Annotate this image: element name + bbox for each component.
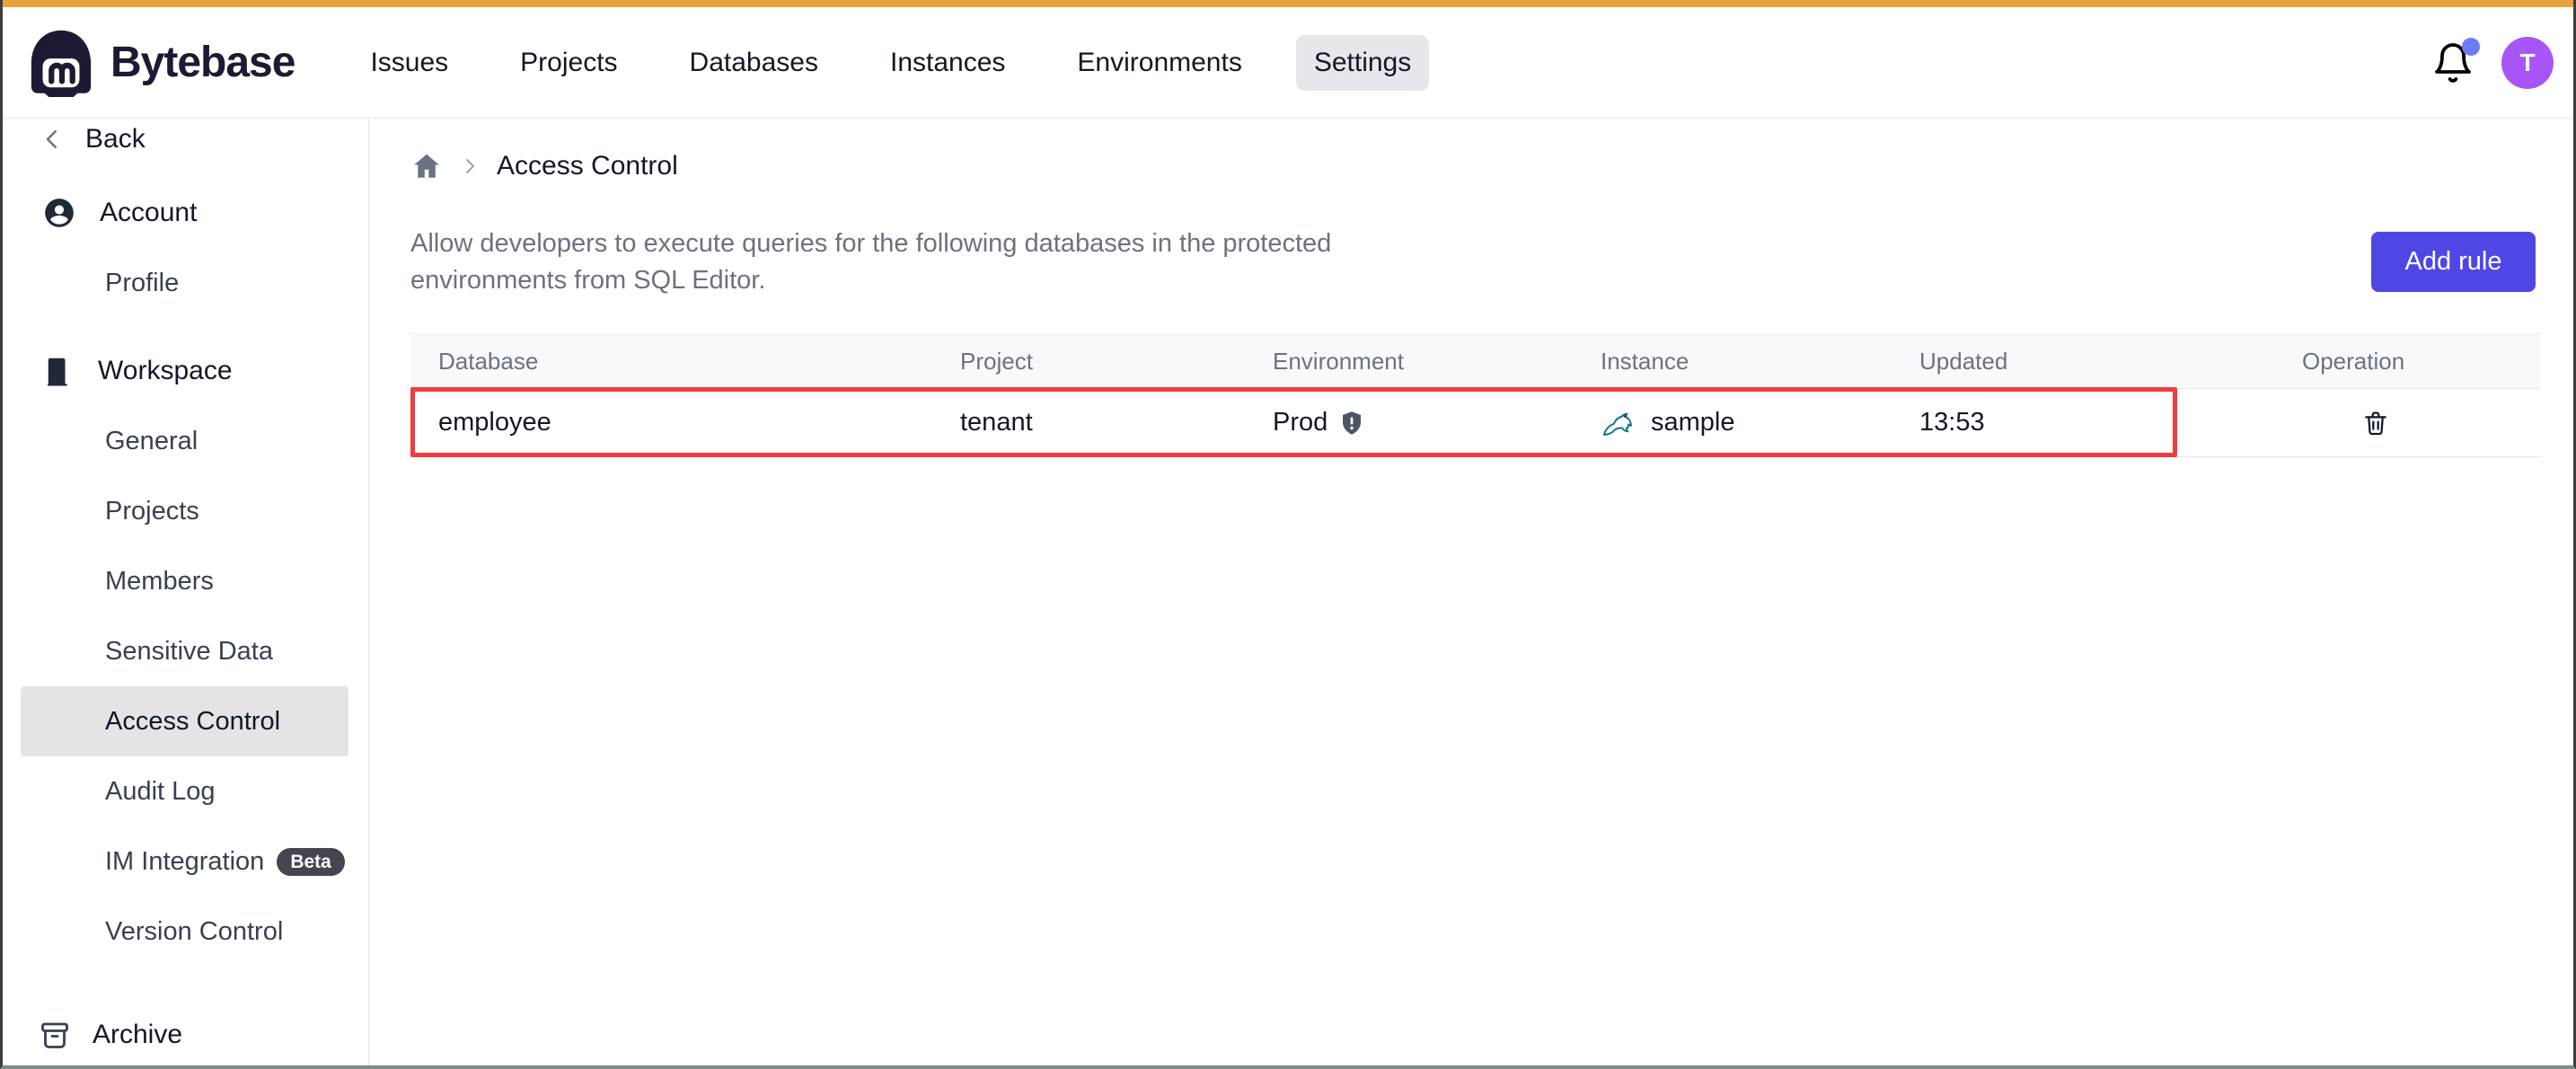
trash-icon [2361, 409, 2390, 437]
building-icon [42, 355, 75, 387]
archive-box-icon [39, 1019, 71, 1051]
user-avatar[interactable]: T [2501, 37, 2554, 89]
cell-database: employee [410, 389, 932, 456]
shield-exclamation-icon [1338, 410, 1365, 437]
sidebar-item-members[interactable]: Members [3, 546, 368, 616]
bytebase-logo[interactable]: Bytebase [26, 28, 295, 98]
nav-item-databases[interactable]: Databases [672, 35, 836, 91]
sidebar-item-im-integration[interactable]: IM Integration Beta [3, 826, 368, 897]
delete-rule-button[interactable] [2358, 405, 2394, 441]
cell-project: tenant [932, 389, 1245, 456]
chevron-left-icon [39, 126, 66, 153]
main-content: Access Control Allow developers to execu… [369, 119, 2573, 1065]
back-button[interactable]: Back [3, 119, 368, 160]
instance-name: sample [1651, 408, 1735, 437]
mysql-icon [1601, 406, 1640, 440]
sidebar-item-label: Projects [105, 497, 199, 526]
column-header-updated: Updated [1892, 334, 2274, 388]
window-top-accent-bar [3, 0, 2573, 7]
navbar-right: T [2431, 37, 2557, 89]
access-control-table: Database Project Environment Instance Up… [410, 333, 2541, 457]
page-description: Allow developers to execute queries for … [410, 225, 1345, 299]
back-label: Back [85, 124, 146, 155]
sidebar-item-audit-log[interactable]: Audit Log [3, 756, 368, 826]
bytebase-logo-icon [26, 28, 96, 98]
archive-label: Archive [93, 1020, 182, 1050]
sidebar-section-workspace: Workspace [3, 336, 368, 406]
notification-bell-button[interactable] [2431, 41, 2475, 84]
sidebar-item-label: IM Integration [105, 847, 264, 877]
column-header-database: Database [410, 334, 932, 388]
column-header-operation: Operation [2274, 334, 2541, 388]
sidebar-item-access-control[interactable]: Access Control [21, 686, 348, 756]
sidebar-item-projects[interactable]: Projects [3, 476, 368, 546]
unread-notification-dot [2462, 38, 2480, 56]
section-heading-label: Account [100, 198, 197, 228]
user-circle-icon [42, 196, 76, 230]
sidebar-item-label: Sensitive Data [105, 637, 273, 667]
sidebar-item-label: Access Control [105, 707, 280, 737]
breadcrumb-current: Access Control [497, 151, 678, 181]
table-header-row: Database Project Environment Instance Up… [410, 333, 2541, 389]
sidebar-item-sensitive-data[interactable]: Sensitive Data [3, 616, 368, 686]
nav-item-projects[interactable]: Projects [502, 35, 635, 91]
sidebar-item-label: Members [105, 567, 214, 596]
beta-badge: Beta [277, 848, 345, 876]
nav-item-issues[interactable]: Issues [352, 35, 466, 91]
sidebar-item-version-control[interactable]: Version Control [3, 897, 368, 967]
nav-item-settings[interactable]: Settings [1296, 35, 1429, 91]
sidebar-item-archive[interactable]: Archive [39, 1019, 182, 1051]
add-rule-button[interactable]: Add rule [2371, 232, 2536, 292]
top-navbar: Bytebase Issues Projects Databases Insta… [3, 7, 2573, 119]
sidebar-item-label: Version Control [105, 917, 283, 947]
cell-environment: Prod [1245, 389, 1573, 456]
nav-item-environments[interactable]: Environments [1059, 35, 1259, 91]
sidebar-section-account: Account [3, 178, 368, 248]
sidebar-item-label: Audit Log [105, 777, 216, 807]
sidebar-item-profile[interactable]: Profile [3, 248, 368, 318]
settings-sidebar: Back Account Profile Workspace General [3, 119, 369, 1065]
section-heading-label: Workspace [98, 356, 233, 386]
column-header-environment: Environment [1245, 334, 1573, 388]
cell-operation [2274, 389, 2541, 456]
home-icon[interactable] [410, 150, 443, 182]
column-header-instance: Instance [1573, 334, 1892, 388]
column-header-project: Project [932, 334, 1245, 388]
logo-wordmark: Bytebase [110, 38, 295, 87]
cell-updated: 13:53 [1892, 389, 2274, 456]
environment-name: Prod [1273, 408, 1328, 437]
nav-item-instances[interactable]: Instances [872, 35, 1023, 91]
sidebar-item-label: General [105, 427, 198, 456]
cell-instance: sample [1573, 389, 1892, 456]
table-row: employee tenant Prod [410, 389, 2541, 457]
breadcrumb: Access Control [410, 119, 2541, 184]
app-window: Bytebase Issues Projects Databases Insta… [0, 0, 2576, 1069]
sidebar-item-general[interactable]: General [3, 406, 368, 476]
main-nav: Issues Projects Databases Instances Envi… [352, 35, 1429, 91]
chevron-right-icon [459, 155, 481, 177]
sidebar-item-label: Profile [105, 269, 179, 298]
